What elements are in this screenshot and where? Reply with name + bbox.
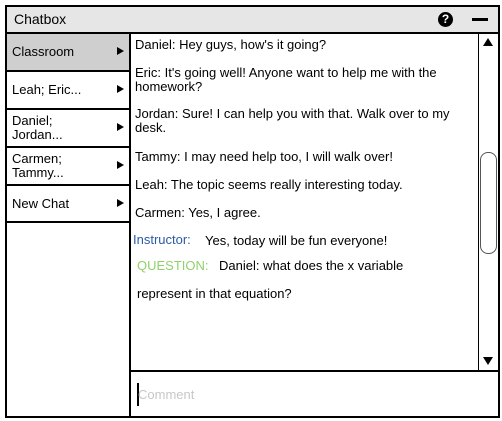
comment-input[interactable]: Comment bbox=[131, 372, 498, 416]
chat-message: Leah: The topic seems really interesting… bbox=[135, 177, 403, 192]
sidebar-item-daniel-jordan[interactable]: Daniel; Jordan... bbox=[7, 110, 129, 148]
question-message: Daniel: what does the x variable bbox=[219, 258, 404, 273]
window-title: Chatbox bbox=[14, 11, 67, 27]
scroll-up-button[interactable] bbox=[481, 35, 495, 49]
chevron-right-icon bbox=[117, 47, 124, 55]
chevron-right-icon bbox=[117, 85, 124, 93]
sidebar-item-label: New Chat bbox=[12, 196, 70, 211]
chevron-right-icon bbox=[117, 161, 124, 169]
chat-message: Eric: It's going well! Anyone want to he… bbox=[135, 65, 437, 94]
arrow-up-icon bbox=[483, 38, 493, 46]
scroll-down-button[interactable] bbox=[481, 354, 495, 368]
minimize-icon[interactable] bbox=[472, 18, 488, 21]
sidebar-item-new-chat[interactable]: New Chat bbox=[7, 186, 129, 223]
comment-placeholder: Comment bbox=[138, 387, 195, 402]
chat-message: Carmen: Yes, I agree. bbox=[135, 205, 261, 220]
sidebar-item-carmen-tammy[interactable]: Carmen; Tammy... bbox=[7, 148, 129, 186]
chat-message: Daniel: Hey guys, how's it going? bbox=[135, 37, 327, 52]
question-tag: QUESTION: bbox=[137, 258, 209, 273]
chat-message: Tammy: I may need help too, I will walk … bbox=[135, 149, 393, 164]
instructor-message: Yes, today will be fun everyone! bbox=[205, 233, 388, 248]
scroll-thumb[interactable] bbox=[480, 152, 497, 254]
instructor-tag: Instructor: bbox=[133, 232, 191, 247]
help-icon[interactable]: ? bbox=[438, 12, 453, 27]
chat-message: Jordan: Sure! I can help you with that. … bbox=[135, 106, 450, 135]
sidebar-item-label: Carmen; Tammy... bbox=[12, 151, 64, 180]
chevron-right-icon bbox=[117, 123, 124, 131]
sidebar-item-label: Daniel; Jordan... bbox=[12, 113, 63, 142]
message-area: Daniel: Hey guys, how's it going? Eric: … bbox=[131, 34, 476, 370]
title-bar: Chatbox ? bbox=[7, 7, 498, 34]
chatbox-window: Chatbox ? Classroom Leah; Eric... Daniel… bbox=[5, 5, 500, 418]
sidebar-item-leah-eric[interactable]: Leah; Eric... bbox=[7, 72, 129, 110]
conversation-list: Classroom Leah; Eric... Daniel; Jordan..… bbox=[7, 34, 131, 416]
chat-scrollbar[interactable] bbox=[478, 34, 497, 370]
question-message-continuation: represent in that equation? bbox=[137, 286, 292, 301]
chevron-right-icon bbox=[117, 199, 124, 207]
sidebar-item-label: Leah; Eric... bbox=[12, 82, 82, 97]
sidebar-item-label: Classroom bbox=[12, 44, 75, 59]
sidebar-item-classroom[interactable]: Classroom bbox=[7, 34, 129, 72]
arrow-down-icon bbox=[483, 357, 493, 365]
